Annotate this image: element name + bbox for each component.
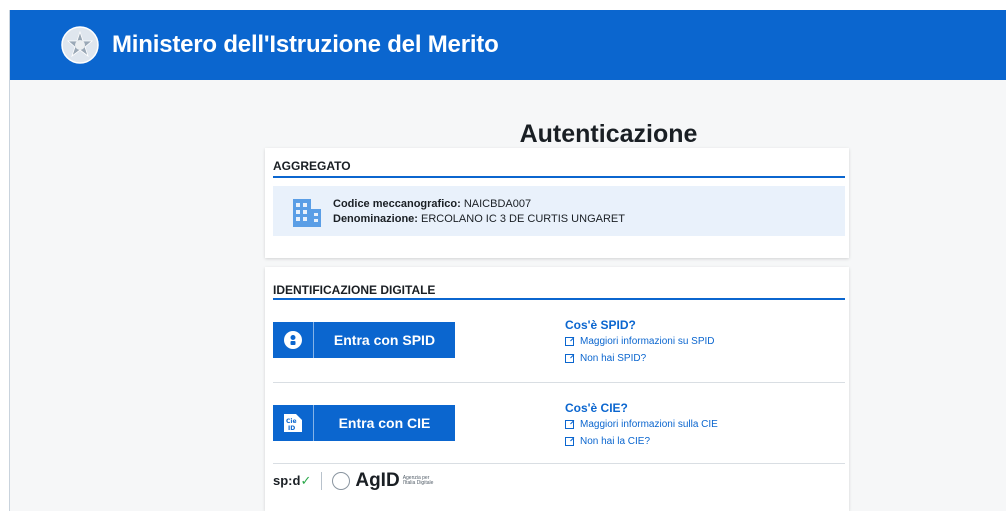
svg-text:Cie: Cie	[286, 418, 297, 425]
site-header: Ministero dell'Istruzione del Merito	[10, 10, 1006, 80]
cie-login-button[interactable]: Cie ID Entra con CIE	[273, 405, 455, 441]
italian-republic-emblem-icon	[60, 25, 100, 65]
identificazione-card: IDENTIFICAZIONE DIGITALE Entra con SPID …	[265, 267, 849, 511]
cie-info-title: Cos'è CIE?	[565, 401, 628, 415]
spid-button-label: Entra con SPID	[333, 332, 436, 348]
spid-info-title: Cos'è SPID?	[565, 318, 636, 332]
cie-more-info-link[interactable]: Maggiori informazioni sulla CIE	[565, 419, 718, 430]
cie-more-info-label: Maggiori informazioni sulla CIE	[580, 419, 718, 430]
agid-emblem-icon	[332, 472, 351, 490]
section-divider	[273, 382, 845, 383]
agid-logo-text: AgID	[355, 470, 400, 491]
section-divider	[273, 463, 845, 464]
spid-more-info-link[interactable]: Maggiori informazioni su SPID	[565, 336, 715, 347]
school-info-box: Codice meccanografico: NAICBDA007 Denomi…	[273, 186, 845, 236]
denominazione: Denominazione: ERCOLANO IC 3 DE CURTIS U…	[333, 213, 625, 225]
aggregato-card: AGGREGATO Codice meccanografico: NAICBDA…	[265, 148, 849, 258]
page-title: Autenticazione	[519, 120, 698, 148]
footer-logos: sp:d✓ AgID Agenzia per l'Italia Digitale	[273, 470, 443, 492]
spid-check-icon: ✓	[300, 473, 312, 488]
aggregato-title-rule	[273, 176, 845, 178]
identificazione-section-title: IDENTIFICAZIONE DIGITALE	[273, 283, 436, 297]
building-icon	[291, 197, 323, 229]
external-link-icon	[565, 337, 574, 346]
spid-user-icon	[273, 322, 314, 358]
agid-subtitle: Agenzia per l'Italia Digitale	[402, 475, 434, 486]
identificazione-title-rule	[273, 298, 845, 300]
aggregato-section-title: AGGREGATO	[273, 159, 351, 173]
cie-no-cie-label: Non hai la CIE?	[580, 436, 651, 447]
denominazione-value: ERCOLANO IC 3 DE CURTIS UNGARET	[421, 213, 625, 225]
ministry-title: Ministero dell'Istruzione del Merito	[112, 31, 499, 58]
spid-more-info-label: Maggiori informazioni su SPID	[580, 336, 715, 347]
spid-logo-text: sp:d	[273, 473, 301, 488]
spid-logo: sp:d✓	[273, 473, 311, 489]
browser-frame: Ministero dell'Istruzione del Merito Aut…	[9, 10, 1006, 511]
cie-button-label: Entra con CIE	[338, 415, 431, 431]
external-link-icon	[565, 437, 574, 446]
spid-login-button[interactable]: Entra con SPID	[273, 322, 455, 358]
spid-no-spid-link[interactable]: Non hai SPID?	[565, 353, 646, 364]
denominazione-label: Denominazione:	[333, 213, 418, 225]
external-link-icon	[565, 354, 574, 363]
cie-id-icon: Cie ID	[273, 405, 314, 441]
external-link-icon	[565, 420, 574, 429]
codice-label: Codice meccanografico:	[333, 198, 461, 210]
spid-no-spid-label: Non hai SPID?	[580, 353, 647, 364]
logo-separator	[321, 472, 323, 490]
codice-meccanografico: Codice meccanografico: NAICBDA007	[333, 198, 531, 210]
codice-value: NAICBDA007	[463, 198, 532, 210]
cie-no-cie-link[interactable]: Non hai la CIE?	[565, 436, 650, 447]
svg-text:ID: ID	[288, 425, 295, 432]
